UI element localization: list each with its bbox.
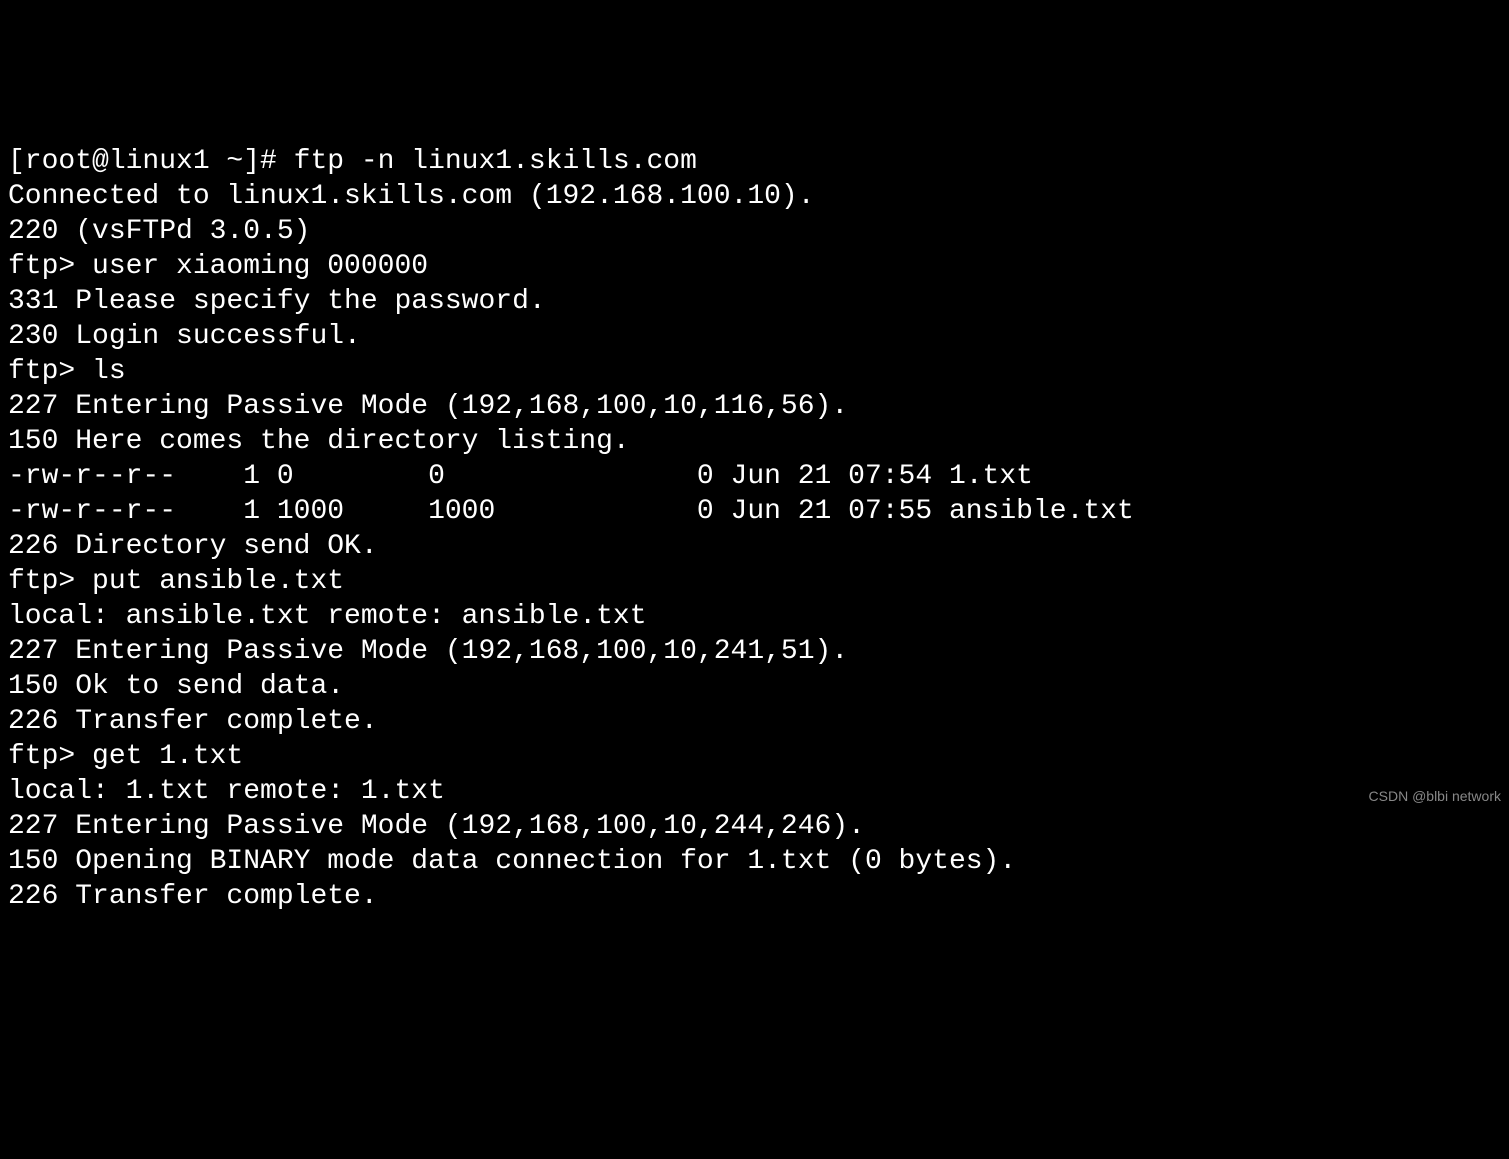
terminal-output[interactable]: [root@linux1 ~]# ftp -n linux1.skills.co… (8, 144, 1501, 914)
ftp-binary-mode-line: 150 Opening BINARY mode data connection … (8, 844, 1501, 879)
ftp-get-command-line: ftp> get 1.txt (8, 739, 1501, 774)
ftp-login-success-line: 230 Login successful. (8, 319, 1501, 354)
ftp-banner-line: 220 (vsFTPd 3.0.5) (8, 214, 1501, 249)
ftp-ok-send-line: 150 Ok to send data. (8, 669, 1501, 704)
ftp-passive-mode-line: 227 Entering Passive Mode (192,168,100,1… (8, 634, 1501, 669)
ftp-transfer-complete-line: 226 Transfer complete. (8, 879, 1501, 914)
ftp-passive-mode-line: 227 Entering Passive Mode (192,168,100,1… (8, 389, 1501, 424)
ftp-connected-line: Connected to linux1.skills.com (192.168.… (8, 179, 1501, 214)
ftp-directory-send-ok: 226 Directory send OK. (8, 529, 1501, 564)
ftp-passive-mode-line: 227 Entering Passive Mode (192,168,100,1… (8, 809, 1501, 844)
ftp-local-remote-line: local: ansible.txt remote: ansible.txt (8, 599, 1501, 634)
ftp-file-entry: -rw-r--r-- 1 1000 1000 0 Jun 21 07:55 an… (8, 494, 1501, 529)
ftp-user-command-line: ftp> user xiaoming 000000 (8, 249, 1501, 284)
ftp-password-prompt-line: 331 Please specify the password. (8, 284, 1501, 319)
ftp-file-entry: -rw-r--r-- 1 0 0 0 Jun 21 07:54 1.txt (8, 459, 1501, 494)
ftp-directory-listing-header: 150 Here comes the directory listing. (8, 424, 1501, 459)
ftp-put-command-line: ftp> put ansible.txt (8, 564, 1501, 599)
ftp-ls-command-line: ftp> ls (8, 354, 1501, 389)
watermark-text: CSDN @blbi network (1369, 788, 1501, 806)
ftp-local-remote-line: local: 1.txt remote: 1.txt (8, 774, 1501, 809)
shell-prompt-line: [root@linux1 ~]# ftp -n linux1.skills.co… (8, 144, 1501, 179)
ftp-transfer-complete-line: 226 Transfer complete. (8, 704, 1501, 739)
